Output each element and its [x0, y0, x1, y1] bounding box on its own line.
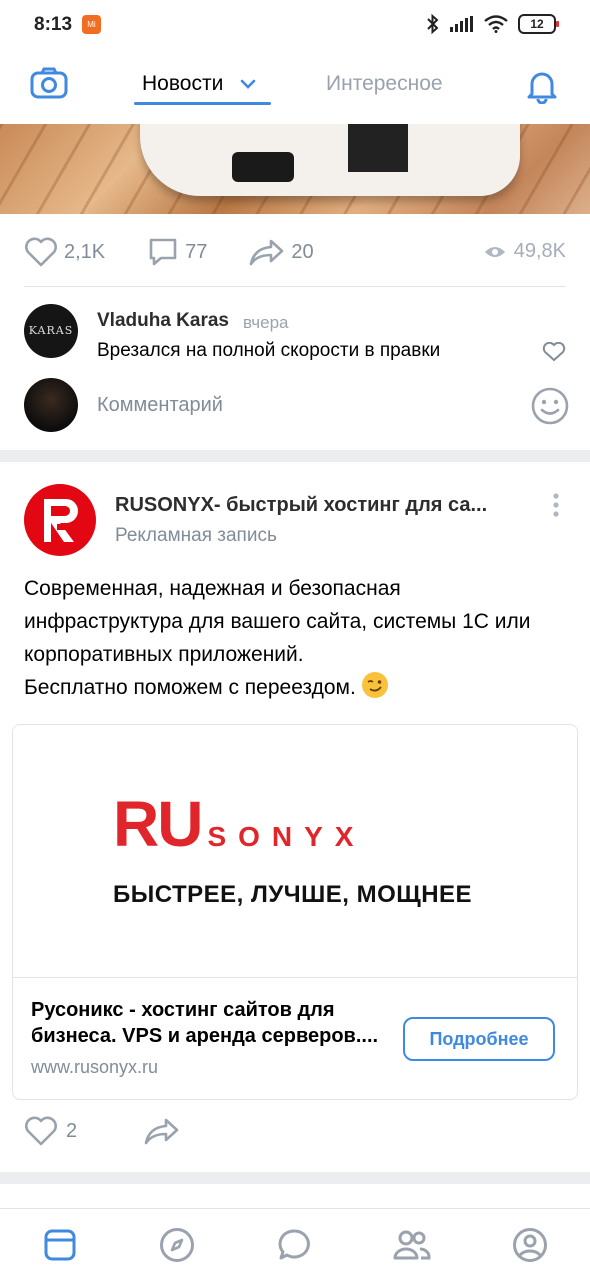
- nav-discover[interactable]: [157, 1225, 197, 1265]
- heart-icon: [25, 1116, 57, 1146]
- rusonyx-logo: RU SONYX: [113, 787, 365, 861]
- news-feed-icon: [44, 1229, 76, 1261]
- ad-link-url[interactable]: www.rusonyx.ru: [31, 1057, 158, 1078]
- view-count: 49,8K: [513, 240, 566, 262]
- ad-text: Современная, надежная и безопасная инфра…: [24, 572, 574, 704]
- comment-input[interactable]: Комментарий: [97, 394, 223, 417]
- like-count: 2,1K: [64, 240, 106, 263]
- nav-feed[interactable]: [40, 1225, 80, 1265]
- rusonyx-logo-icon: [44, 499, 81, 542]
- share-icon: [250, 239, 284, 266]
- comment-icon: [149, 238, 177, 266]
- next-post-card: [0, 1184, 590, 1208]
- status-bar: 8:13 Mi 12: [0, 0, 590, 52]
- ad-text-line: Бесплатно поможем с переездом.: [24, 676, 356, 699]
- status-icons: 12: [426, 14, 559, 34]
- post-card: 2,1K 77 20 49,8K KARAS Vladuha Karas вче…: [0, 124, 590, 450]
- eye-icon: [484, 246, 505, 257]
- battery-indicator: 12: [518, 14, 559, 34]
- smile-icon[interactable]: [530, 386, 570, 431]
- post-actions: 2,1K 77 20 49,8K: [24, 234, 566, 270]
- chevron-down-icon[interactable]: [240, 76, 256, 94]
- comment-button[interactable]: 77: [147, 237, 207, 267]
- status-time: 8:13: [34, 14, 73, 35]
- ad-title[interactable]: RUSONYX- быстрый хостинг для са...: [115, 494, 515, 517]
- post-actions: 2: [24, 1116, 247, 1146]
- photo-robot-detail: [232, 152, 294, 182]
- app-notification-icon: Mi: [82, 15, 101, 34]
- active-tab-indicator: [134, 102, 271, 105]
- compass-icon: [160, 1228, 194, 1262]
- ad-label: Рекламная запись: [115, 525, 277, 546]
- like-count: 2: [66, 1119, 78, 1142]
- comment-count: 77: [185, 240, 208, 263]
- share-icon: [144, 1118, 179, 1145]
- ad-banner[interactable]: RU SONYX БЫСТРЕЕ, ЛУЧШЕ, МОЩНЕЕ: [13, 725, 577, 977]
- ad-text-line-last: Бесплатно поможем с переездом.: [24, 671, 574, 704]
- photo-robot-detail: [348, 124, 408, 172]
- ad-link-card[interactable]: RU SONYX БЫСТРЕЕ, ЛУЧШЕ, МОЩНЕЕ Русоникс …: [12, 724, 578, 1100]
- post-photo[interactable]: [0, 124, 590, 214]
- chat-icon: [278, 1229, 310, 1260]
- top-comment[interactable]: KARAS Vladuha Karas вчера Врезался на по…: [24, 304, 566, 362]
- ad-text-line: корпоративных приложений.: [24, 643, 304, 666]
- ad-text-line: инфраструктура для вашего сайта, системы…: [24, 610, 531, 633]
- like-button[interactable]: 2: [24, 1116, 77, 1146]
- ad-text-line: Современная, надежная и безопасная: [24, 577, 401, 600]
- divider: [24, 286, 566, 287]
- camera-icon[interactable]: [30, 66, 68, 105]
- logo-rest: SONYX: [207, 821, 366, 852]
- bluetooth-icon: [427, 14, 439, 34]
- banner-tagline: БЫСТРЕЕ, ЛУЧШЕ, МОЩНЕЕ: [113, 881, 473, 908]
- bell-icon[interactable]: [524, 68, 560, 109]
- share-count: 20: [291, 240, 314, 263]
- logo-main: RU: [113, 788, 203, 860]
- tab-news[interactable]: Новости: [142, 72, 223, 96]
- signal-icon: [450, 16, 473, 32]
- profile-icon: [513, 1228, 547, 1262]
- avatar[interactable]: [24, 484, 96, 556]
- photo-robot-vacuum: [140, 124, 520, 196]
- avatar[interactable]: KARAS: [24, 304, 78, 358]
- heart-icon[interactable]: [542, 341, 566, 367]
- views-counter: 49,8K: [484, 240, 566, 263]
- comment-input-row: Комментарий: [24, 378, 569, 434]
- heart-icon: [25, 237, 57, 267]
- more-details-button[interactable]: Подробнее: [403, 1017, 555, 1061]
- top-header: Новости Интересное: [0, 52, 590, 124]
- comment-time: вчера: [243, 313, 289, 332]
- comment-author[interactable]: Vladuha Karas: [97, 310, 229, 332]
- nav-friends[interactable]: [392, 1225, 432, 1265]
- divider: [13, 977, 577, 978]
- share-button[interactable]: 20: [249, 238, 314, 266]
- friends-icon: [393, 1230, 431, 1260]
- nav-profile[interactable]: [510, 1225, 550, 1265]
- ad-post-card: RUSONYX- быстрый хостинг для са... Рекла…: [0, 462, 590, 1172]
- ad-link-title[interactable]: Русоникс - хостинг сайтов для бизнеса. V…: [31, 997, 401, 1049]
- like-button[interactable]: 2,1K: [24, 237, 105, 267]
- more-vertical-icon[interactable]: [550, 492, 562, 523]
- wink-emoji-icon: [361, 672, 388, 698]
- wifi-icon: [484, 15, 508, 33]
- nav-messages[interactable]: [275, 1225, 315, 1265]
- tab-interesting[interactable]: Интересное: [326, 72, 443, 96]
- avatar: [24, 378, 78, 432]
- bottom-navigation: [0, 1208, 590, 1280]
- share-button[interactable]: [143, 1117, 181, 1145]
- comment-text: Врезался на полной скорости в правки: [97, 340, 441, 361]
